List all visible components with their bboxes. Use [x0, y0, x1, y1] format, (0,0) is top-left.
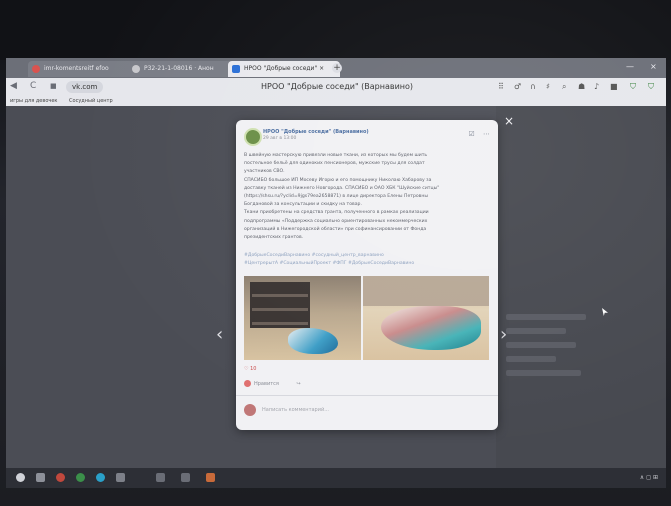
divider [236, 395, 498, 396]
app-icon[interactable] [156, 473, 165, 482]
post-text-line: президентских грантов. [244, 235, 304, 241]
edge-icon[interactable] [96, 473, 105, 482]
more-options-icon[interactable]: ⋯ [483, 130, 490, 138]
tab-1[interactable]: P32-21-1-08016 · Анон [128, 61, 240, 77]
system-tray[interactable]: ∧ ◻ ⊞ [640, 474, 658, 481]
post-photo-fabric[interactable] [363, 276, 489, 360]
post-text: В швейную мастерскую привезли новые ткан… [244, 152, 490, 242]
shield-icon[interactable]: ⛉ [630, 82, 636, 92]
tab-favicon-icon [132, 65, 140, 73]
extension-icon[interactable]: ♂ [514, 82, 521, 91]
post-text-line: участников СВО. [244, 169, 285, 175]
post-actions: Нравится ↪ [244, 380, 301, 387]
likes-count[interactable]: ♡ 10 [244, 366, 256, 372]
shield-icon[interactable]: ⛉ [648, 82, 654, 92]
post-text-line: постельное бельё для одиноких пенсионеро… [244, 161, 425, 167]
post-text-line: В швейную мастерскую привезли новые ткан… [244, 153, 428, 158]
post-photo-shelf[interactable] [244, 276, 361, 360]
tab-active[interactable]: НРОО "Добрые соседи" × [228, 61, 340, 77]
app-icon[interactable] [181, 473, 190, 482]
bookmark-icon[interactable]: ☑ [468, 130, 474, 138]
reload-button[interactable]: C [30, 81, 36, 91]
heart-icon[interactable] [244, 380, 251, 387]
post-card: НРОО "Добрые соседи" (Варнавино) 29 авг … [236, 120, 498, 430]
extension-icon[interactable]: ☗ [578, 82, 585, 91]
monitor-bezel [0, 0, 671, 60]
photo-wall [363, 276, 489, 306]
photo-fabric-pile [381, 306, 481, 350]
post-hashtags: #ДобрыеСоседиВарнавино #сосудный_центр_в… [244, 252, 490, 268]
post-text-line: организаций в Нижегородской области» при… [244, 226, 427, 232]
next-post-button[interactable]: › [500, 324, 507, 345]
extension-icon[interactable]: ♯ [546, 82, 550, 91]
start-icon[interactable] [16, 473, 25, 482]
tab-label: imr-komentsreitf efoo [44, 65, 109, 72]
hashtag-line[interactable]: #ДобрыеСоседиВарнавино #сосудный_центр_в… [244, 252, 490, 260]
like-button[interactable]: Нравится [254, 381, 279, 387]
post-text-line: СПАСИБО большое ИП Мосеву Игорю и его по… [244, 177, 432, 183]
new-tab-button[interactable]: + [332, 63, 342, 73]
post-header-actions: ☑ ⋯ [468, 130, 490, 138]
bookmark-item[interactable]: игры для девочек [10, 98, 57, 104]
comment-input[interactable]: Написать комментарий... [262, 407, 329, 413]
lock-icon: ■ [50, 82, 57, 90]
search-icon[interactable] [36, 473, 45, 482]
tab-0[interactable]: imr-komentsreitf efoo [28, 61, 140, 77]
monitor: imr-komentsreitf efoo P32-21-1-08016 · А… [0, 0, 671, 506]
hashtag-line[interactable]: #ЦентрерытА #СоциальныйПроект #ФПГ #Добр… [244, 260, 490, 268]
share-icon[interactable]: ↪ [296, 381, 300, 387]
yandex-icon[interactable] [206, 473, 215, 482]
post-text-line: Богдановой за консультации и скидку на т… [244, 202, 362, 208]
tab-bar: imr-komentsreitf efoo P32-21-1-08016 · А… [6, 58, 666, 78]
minimize-button[interactable]: — [626, 62, 634, 71]
app-icon[interactable] [56, 473, 65, 482]
search-icon[interactable]: ⌕ [562, 82, 566, 92]
vk-favicon-icon [232, 65, 240, 73]
close-viewer-button[interactable]: × [504, 114, 514, 128]
address-bar: ◀ C ■ vk.com НРОО "Добрые соседи" (Варна… [6, 78, 666, 96]
taskbar: ∧ ◻ ⊞ [6, 468, 666, 488]
chrome-icon[interactable] [76, 473, 85, 482]
post-viewer-overlay: ‹ › × НРОО "Добрые соседи" (Варнавино) 2… [6, 106, 666, 468]
folder-icon[interactable] [116, 473, 125, 482]
bookmark-item[interactable]: Сосудный центр [69, 98, 113, 104]
extension-icon[interactable]: ⠿ [498, 82, 504, 91]
headphones-icon[interactable]: ∩ [530, 82, 536, 91]
tab-favicon-icon [32, 65, 40, 73]
page-title: НРОО "Добрые соседи" (Варнавино) [261, 82, 414, 91]
close-window-button[interactable]: × [650, 62, 657, 71]
post-text-line: доставку тканей из Нижнего Новгорода. СП… [244, 185, 440, 191]
post-time[interactable]: 29 авг в 13:00 [263, 136, 296, 141]
tab-label: НРОО "Добрые соседи" × [244, 65, 325, 72]
user-avatar [244, 404, 256, 416]
background-sidebar [506, 306, 596, 426]
post-text-line: (https://shsu.ru/?yclid=9jgs79ea2658871)… [244, 194, 429, 200]
post-text-line: подпрограммы «Поддержка социально ориент… [244, 218, 428, 224]
photo-shelf-shape [250, 282, 310, 328]
post-author[interactable]: НРОО "Добрые соседи" (Варнавино) [263, 129, 369, 135]
music-icon[interactable]: ♪ [594, 82, 599, 91]
photo-fabric-roll [288, 328, 338, 354]
url-field[interactable]: vk.com [66, 81, 104, 93]
back-button[interactable]: ◀ [10, 81, 17, 91]
extension-icon[interactable]: ■ [610, 82, 618, 91]
screen: imr-komentsreitf efoo P32-21-1-08016 · А… [6, 58, 666, 488]
post-text-line: Ткани приобретены на средства гранта, по… [244, 210, 429, 216]
prev-post-button[interactable]: ‹ [216, 324, 223, 345]
bookmarks-bar: игры для девочек Сосудный центр [6, 96, 666, 106]
tab-label: P32-21-1-08016 · Анон [144, 65, 214, 72]
community-avatar[interactable] [244, 128, 262, 146]
